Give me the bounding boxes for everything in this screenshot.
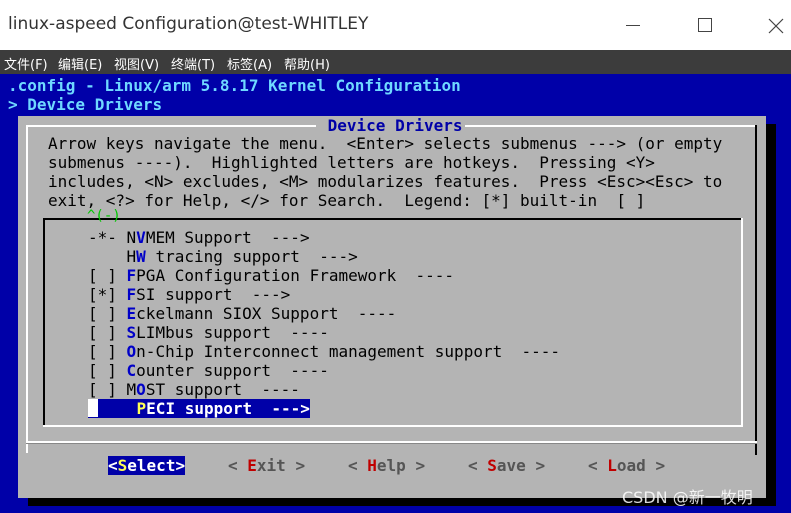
item-state: [ ] [88,361,127,380]
menu-item-nvmem[interactable]: -*- NVMEM Support ---> [88,228,310,247]
item-hotkey: F [126,285,137,304]
close-icon[interactable] [760,10,790,40]
frame-border [465,125,755,127]
menu-bar: 文件(F) 编辑(E) 视图(V) 终端(T) 标签(A) 帮助(H) [0,50,791,74]
item-text: LIMbus support ---- [136,323,329,342]
button-hotkey: L [607,456,617,475]
item-hotkey: W [136,247,146,266]
menu-item-hw-tracing[interactable]: HW tracing support ---> [88,247,358,266]
menu-item-peci[interactable]: PECI support ---> [88,399,310,418]
load-button[interactable]: < Load > [588,456,665,475]
item-state [88,247,127,266]
button-text: ave > [496,456,546,475]
menu-edit[interactable]: 编辑(E) [58,54,102,73]
item-text: ckelmann SIOX Support ---- [136,304,397,323]
item-text: MEM Support ---> [145,228,310,247]
cursor-block [88,399,98,417]
item-text: SI support ---> [136,285,291,304]
terminal-area[interactable]: .config - Linux/arm 5.8.17 Kernel Config… [0,74,791,513]
item-hotkey: P [136,399,147,418]
item-text: M [126,380,137,399]
menu-help[interactable]: 帮助(H) [284,54,330,73]
item-hotkey: E [126,304,137,323]
button-separator [26,443,757,444]
item-text: ounter support ---- [136,361,329,380]
exit-button[interactable]: < Exit > [228,456,305,475]
item-hotkey: F [126,266,137,285]
frame-border [26,125,28,453]
menu-item-counter[interactable]: [ ] Counter support ---- [88,361,329,380]
item-state: [ ] [88,342,127,361]
dialog-shadow [766,124,776,506]
item-text: ECI support ---> [146,399,310,418]
window-titlebar: linux-aspeed Configuration@test-WHITLEY [0,0,791,50]
maximize-icon[interactable] [690,10,720,40]
button-text: oad > [616,456,666,475]
item-text: tracing support ---> [145,247,358,266]
breadcrumb: > Device Drivers [8,95,163,114]
item-state: -*- [88,228,127,247]
menu-file[interactable]: 文件(F) [4,54,48,73]
item-hotkey: O [126,342,137,361]
button-text: elp > [376,456,426,475]
menu-item-siox[interactable]: [ ] Eckelmann SIOX Support ---- [88,304,396,323]
watermark: CSDN @新一牧明 [622,488,753,507]
item-text: ST support ---- [145,380,300,399]
list-border [741,218,743,427]
item-text: PGA Configuration Framework ---- [136,266,455,285]
frame-border [755,125,757,455]
menu-terminal[interactable]: 终端(T) [171,54,215,73]
menu-item-interconnect[interactable]: [ ] On-Chip Interconnect management supp… [88,342,560,361]
scroll-up-indicator: ^(-) [87,208,121,224]
help-text-line: exit, <?> for Help, </> for Search. Lege… [48,191,646,210]
list-border [43,425,743,427]
help-text-line: includes, <N> excludes, <M> modularizes … [48,172,723,191]
item-state: [ ] [88,304,127,323]
button-text: < [468,456,488,475]
button-hotkey: E [247,456,257,475]
help-button[interactable]: < Help > [348,456,425,475]
menu-list[interactable]: ^(-) -*- NVMEM Support ---> HW tracing s… [43,208,743,427]
frame-border [26,125,316,127]
item-text: H [126,247,137,266]
menu-item-fpga[interactable]: [ ] FPGA Configuration Framework ---- [88,266,454,285]
menu-item-slimbus[interactable]: [ ] SLIMbus support ---- [88,323,329,342]
item-state: [ ] [88,323,127,342]
button-text: < [348,456,368,475]
item-state [88,399,137,418]
button-hotkey: S [487,456,497,475]
item-state: [ ] [88,266,127,285]
button-hotkey: S [117,456,128,475]
save-button[interactable]: < Save > [468,456,545,475]
dialog-title: Device Drivers [318,116,473,135]
menu-tabs[interactable]: 标签(A) [227,54,272,73]
window-title: linux-aspeed Configuration@test-WHITLEY [8,14,369,34]
minimize-icon[interactable] [618,10,648,40]
item-hotkey: V [136,228,146,247]
button-text: < [588,456,608,475]
item-hotkey: O [136,380,146,399]
menu-view[interactable]: 视图(V) [114,54,159,73]
button-text: xit > [256,456,306,475]
menu-item-most[interactable]: [ ] MOST support ---- [88,380,300,399]
item-state-text [98,399,137,418]
item-state: [ ] [88,380,127,399]
menu-item-fsi[interactable]: [*] FSI support ---> [88,285,290,304]
item-hotkey: C [126,361,137,380]
help-text-line: Arrow keys navigate the menu. <Enter> se… [48,134,723,153]
help-text-line: submenus ----). Highlighted letters are … [48,153,655,172]
menuconfig-dialog: Device Drivers Arrow keys navigate the m… [18,116,766,498]
button-text: < [228,456,248,475]
item-hotkey: S [126,323,137,342]
config-title-line: .config - Linux/arm 5.8.17 Kernel Config… [8,76,461,95]
item-state: [*] [88,285,127,304]
button-text: < [108,456,118,475]
item-text: n-Chip Interconnect management support -… [136,342,561,361]
list-border [43,218,743,220]
list-border [43,218,45,427]
select-button[interactable]: <Select> [108,456,186,475]
button-text: elect> [127,456,186,475]
item-text: N [126,228,137,247]
button-hotkey: H [367,456,377,475]
